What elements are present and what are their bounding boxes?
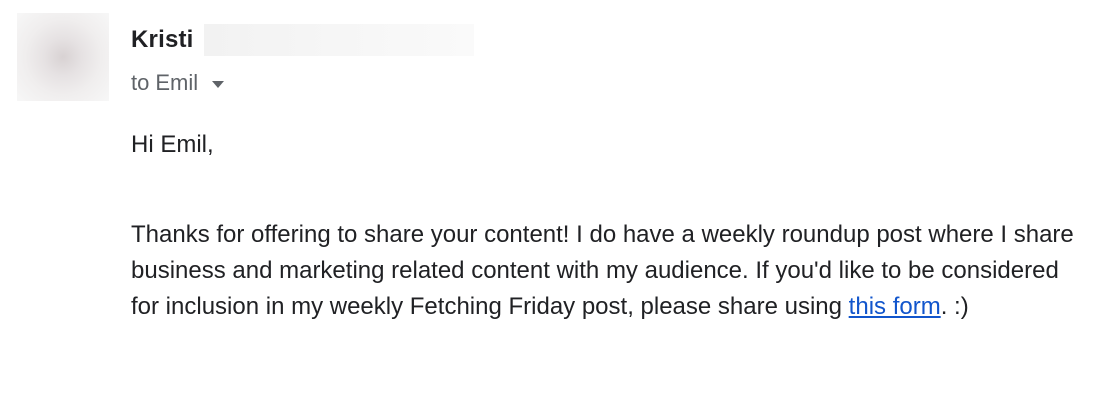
redacted-sender-surname <box>203 24 474 56</box>
recipient-name: Emil <box>155 70 199 95</box>
sender-name[interactable]: Kristi <box>131 26 194 54</box>
sender-avatar[interactable] <box>17 13 109 101</box>
sender-header: Kristi <box>131 24 474 56</box>
form-link[interactable]: this form <box>849 293 941 320</box>
message-body: Hi Emil, Thanks for offering to share yo… <box>131 127 1091 325</box>
message-greeting: Hi Emil, <box>131 131 214 158</box>
recipient-prefix: to <box>131 70 150 95</box>
message-paragraph: Thanks for offering to share your conten… <box>131 217 1091 325</box>
recipient-details-toggle[interactable]: to Emil <box>131 69 225 97</box>
message-closing: . :) <box>940 293 969 320</box>
chevron-down-icon[interactable] <box>212 80 225 88</box>
